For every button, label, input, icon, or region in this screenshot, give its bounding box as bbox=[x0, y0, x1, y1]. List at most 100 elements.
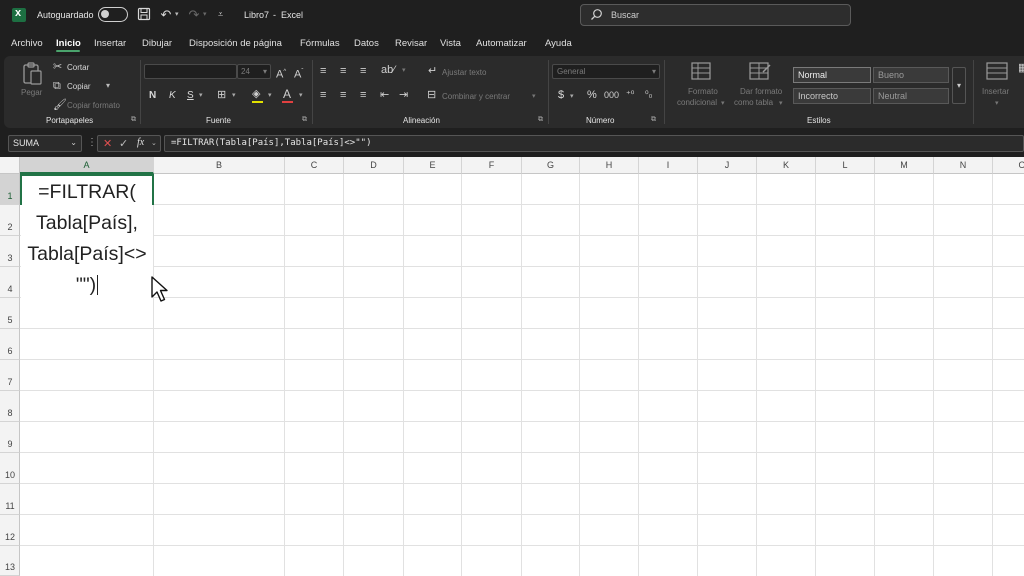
row-header-5[interactable]: 5 bbox=[0, 298, 20, 329]
cut-button[interactable]: Cortar bbox=[67, 63, 89, 72]
fill-color-icon[interactable]: ◈ bbox=[252, 88, 260, 100]
borders-icon[interactable]: ⊞ bbox=[217, 89, 226, 101]
column-header-d[interactable]: D bbox=[344, 157, 404, 174]
column-header-a[interactable]: A bbox=[20, 157, 154, 174]
merge-center-button[interactable]: Combinar y centrar bbox=[442, 92, 510, 101]
row-header-12[interactable]: 12 bbox=[0, 515, 20, 546]
column-header-j[interactable]: J bbox=[698, 157, 757, 174]
menu-datos[interactable]: Datos bbox=[354, 38, 379, 49]
menu-vista[interactable]: Vista bbox=[440, 38, 461, 49]
font-color-dropdown-icon[interactable]: ▾ bbox=[299, 91, 303, 99]
currency-dropdown-icon[interactable]: ▾ bbox=[570, 92, 574, 100]
save-icon[interactable] bbox=[136, 7, 152, 23]
menu-inicio[interactable]: Inicio bbox=[56, 38, 81, 49]
font-launcher-icon[interactable]: ⧉ bbox=[302, 116, 307, 124]
column-header-f[interactable]: F bbox=[462, 157, 522, 174]
insert-function-icon[interactable]: fx bbox=[137, 137, 144, 148]
percent-button[interactable]: % bbox=[587, 89, 597, 101]
customize-toolbar-icon[interactable]: ⩡ bbox=[218, 9, 223, 20]
function-dropdown-icon[interactable]: ⌄ bbox=[151, 139, 157, 147]
increase-indent-icon[interactable]: ⇥ bbox=[399, 89, 408, 101]
row-header-1[interactable]: 1 bbox=[0, 174, 20, 205]
format-painter-button[interactable]: Copiar formato bbox=[67, 101, 120, 110]
row-header-11[interactable]: 11 bbox=[0, 484, 20, 515]
delete-cells-icon[interactable]: ▦ bbox=[1018, 62, 1024, 74]
row-header-4[interactable]: 4 bbox=[0, 267, 20, 298]
row-header-13[interactable]: 13 bbox=[0, 546, 20, 576]
format-as-table-label-2[interactable]: como tabla bbox=[734, 98, 773, 107]
undo-icon[interactable]: ↶ bbox=[158, 7, 174, 23]
underline-button[interactable]: S bbox=[187, 90, 194, 101]
autosave-toggle[interactable] bbox=[98, 7, 128, 22]
row-header-6[interactable]: 6 bbox=[0, 329, 20, 360]
number-format-select[interactable]: General ▾ bbox=[552, 64, 660, 79]
search-box[interactable]: Buscar bbox=[580, 4, 851, 26]
decrease-font-icon[interactable]: Aˇ bbox=[294, 66, 303, 81]
fill-dropdown-icon[interactable]: ▾ bbox=[268, 91, 272, 99]
decrease-indent-icon[interactable]: ⇤ bbox=[380, 89, 389, 101]
column-header-o[interactable]: O bbox=[993, 157, 1024, 174]
orientation-dropdown-icon[interactable]: ▾ bbox=[402, 66, 406, 74]
increase-font-icon[interactable]: A^ bbox=[276, 66, 286, 81]
format-as-table-label-1[interactable]: Dar formato bbox=[740, 87, 782, 96]
bold-button[interactable]: N bbox=[149, 90, 156, 101]
paste-button-label[interactable]: Pegar bbox=[21, 88, 42, 97]
select-all-corner[interactable] bbox=[0, 157, 20, 174]
column-header-b[interactable]: B bbox=[154, 157, 285, 174]
column-header-g[interactable]: G bbox=[522, 157, 580, 174]
font-size-select[interactable]: 24 ▾ bbox=[237, 64, 271, 79]
wrap-text-button[interactable]: Ajustar texto bbox=[442, 68, 486, 77]
column-header-c[interactable]: C bbox=[285, 157, 344, 174]
copy-button[interactable]: Copiar bbox=[67, 82, 91, 91]
column-header-e[interactable]: E bbox=[404, 157, 462, 174]
clipboard-launcher-icon[interactable]: ⧉ bbox=[131, 116, 136, 124]
currency-button[interactable]: $ bbox=[558, 89, 564, 101]
row-header-3[interactable]: 3 bbox=[0, 236, 20, 267]
alignment-launcher-icon[interactable]: ⧉ bbox=[538, 116, 543, 124]
column-header-h[interactable]: H bbox=[580, 157, 639, 174]
borders-dropdown-icon[interactable]: ▾ bbox=[232, 91, 236, 99]
more-options-icon[interactable]: ⋮ bbox=[87, 137, 97, 148]
paste-icon[interactable] bbox=[22, 62, 44, 89]
insert-cells-button[interactable]: Insertar bbox=[982, 87, 1009, 96]
redo-dropdown-icon[interactable]: ▾ bbox=[203, 10, 207, 18]
align-middle-icon[interactable]: ≡ bbox=[340, 65, 346, 77]
insert-dropdown-icon[interactable]: ▾ bbox=[995, 99, 999, 107]
row-header-2[interactable]: 2 bbox=[0, 205, 20, 236]
italic-button[interactable]: K bbox=[169, 90, 176, 101]
menu-automatizar[interactable]: Automatizar bbox=[476, 38, 527, 49]
menu-ayuda[interactable]: Ayuda bbox=[545, 38, 572, 49]
column-header-i[interactable]: I bbox=[639, 157, 698, 174]
orientation-icon[interactable]: ab⁄ bbox=[381, 64, 395, 76]
font-family-select[interactable] bbox=[144, 64, 237, 79]
cancel-icon[interactable]: ✕ bbox=[103, 137, 112, 150]
row-header-9[interactable]: 9 bbox=[0, 422, 20, 453]
name-box-dropdown-icon[interactable]: ⌄ bbox=[70, 138, 77, 147]
align-bottom-icon[interactable]: ≡ bbox=[360, 65, 366, 77]
conditional-format-label-2[interactable]: condicional bbox=[677, 98, 717, 107]
column-header-l[interactable]: L bbox=[816, 157, 875, 174]
row-header-7[interactable]: 7 bbox=[0, 360, 20, 391]
decrease-decimal-icon[interactable]: ⁰₀ bbox=[645, 88, 652, 100]
underline-dropdown-icon[interactable]: ▾ bbox=[199, 91, 203, 99]
number-launcher-icon[interactable]: ⧉ bbox=[651, 116, 656, 124]
format-as-table-dropdown-icon[interactable]: ▾ bbox=[779, 99, 783, 107]
copy-dropdown-icon[interactable]: ▾ bbox=[106, 81, 110, 90]
style-normal[interactable]: Normal bbox=[793, 67, 871, 83]
name-box[interactable]: SUMA ⌄ bbox=[8, 135, 82, 152]
style-neutral[interactable]: Neutral bbox=[873, 88, 949, 104]
enter-icon[interactable]: ✓ bbox=[119, 137, 128, 150]
menu-insertar[interactable]: Insertar bbox=[94, 38, 126, 49]
menu-disposicion-pagina[interactable]: Disposición de página bbox=[189, 38, 282, 49]
align-top-icon[interactable]: ≡ bbox=[320, 65, 326, 77]
undo-dropdown-icon[interactable]: ▾ bbox=[175, 10, 179, 18]
menu-formulas[interactable]: Fórmulas bbox=[300, 38, 340, 49]
increase-decimal-icon[interactable]: ⁺⁰ bbox=[626, 88, 634, 100]
redo-icon[interactable]: ↷ bbox=[186, 7, 202, 23]
align-center-icon[interactable]: ≡ bbox=[340, 89, 346, 101]
row-header-8[interactable]: 8 bbox=[0, 391, 20, 422]
style-incorrecto[interactable]: Incorrecto bbox=[793, 88, 871, 104]
conditional-format-label-1[interactable]: Formato bbox=[688, 87, 718, 96]
menu-archivo[interactable]: Archivo bbox=[11, 38, 43, 49]
column-header-m[interactable]: M bbox=[875, 157, 934, 174]
